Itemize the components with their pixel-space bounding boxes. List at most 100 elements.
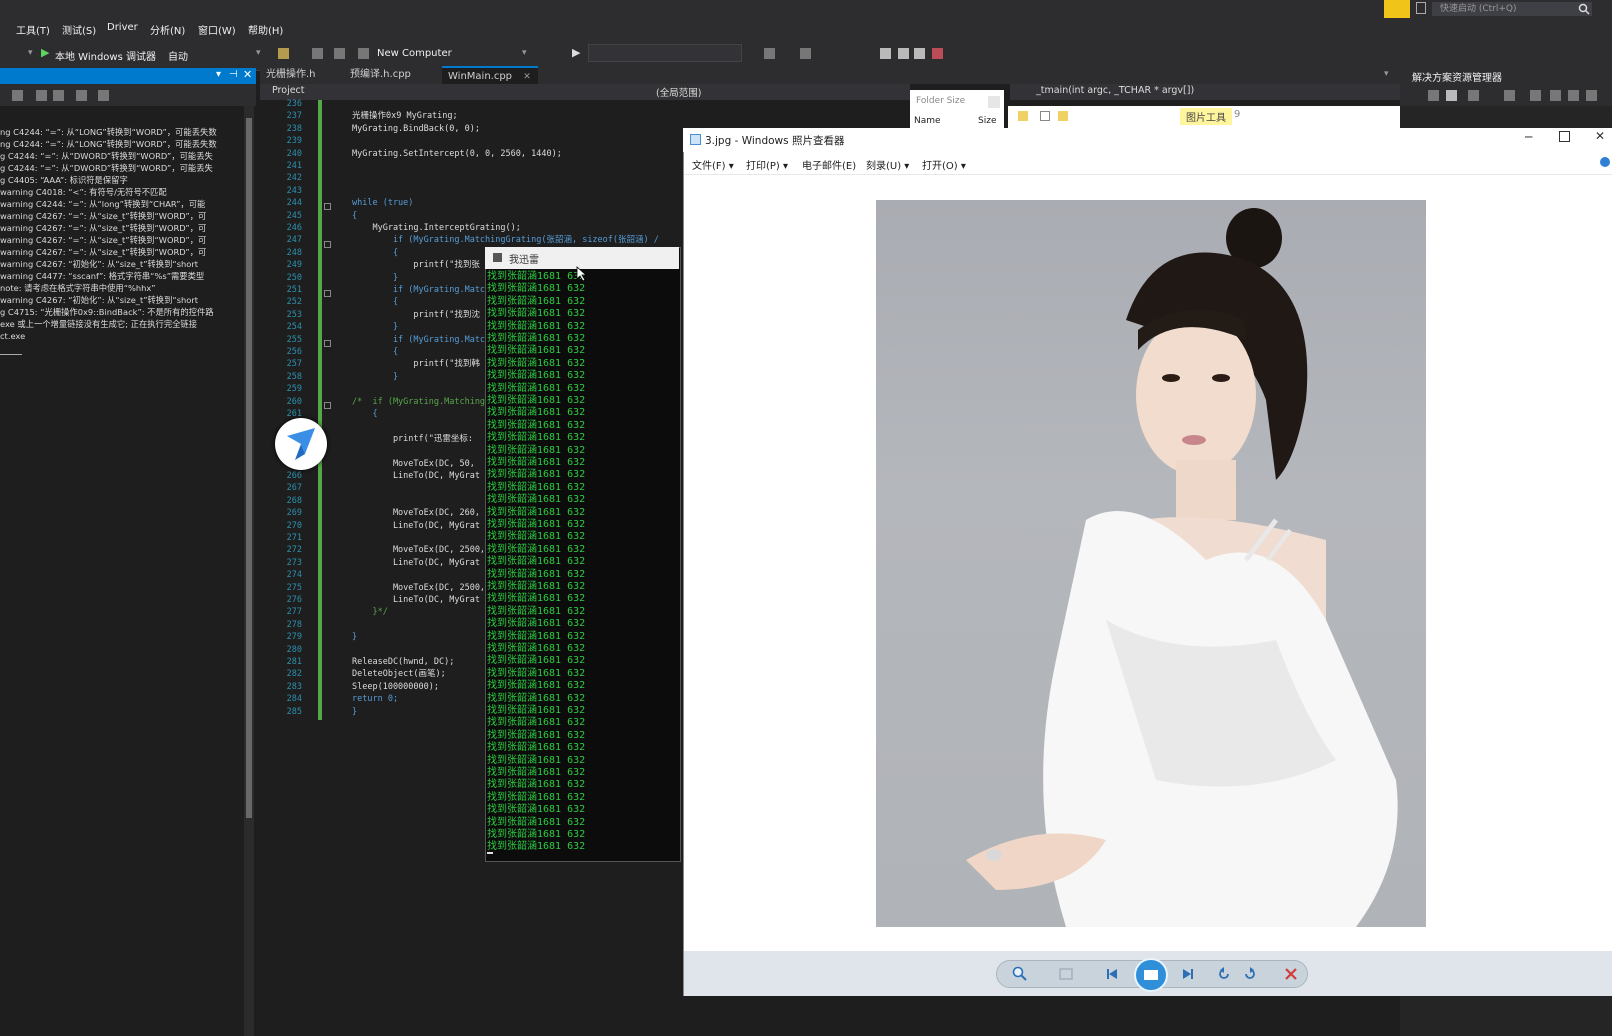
output-text-area[interactable]: ng C4244: “=”: 从“LONG”转换到“WORD”，可能丢失数 ng… xyxy=(0,106,244,1036)
dropdown-arrow-icon[interactable]: ▾ xyxy=(256,48,261,58)
run-icon[interactable]: ▶ xyxy=(41,46,49,59)
tab-winmain[interactable]: WinMain.cpp ✕ xyxy=(442,66,538,84)
attach-icon[interactable] xyxy=(278,48,289,59)
previous-icon[interactable] xyxy=(1104,966,1120,982)
menu-print[interactable]: 打印(P) ▾ xyxy=(746,157,788,172)
console-line: 找到张韶涵1681 632 xyxy=(487,643,586,654)
scope-dropdown[interactable]: (全局范围) xyxy=(656,85,701,99)
slideshow-button[interactable] xyxy=(1134,958,1168,992)
play-icon[interactable]: ▶ xyxy=(572,46,580,59)
comment-icon[interactable] xyxy=(334,48,345,59)
code-line: while (true) xyxy=(352,198,414,209)
debugger-button[interactable]: 本地 Windows 调试器 xyxy=(55,48,156,63)
properties-icon[interactable] xyxy=(1040,111,1050,121)
next-icon[interactable] xyxy=(1180,966,1196,982)
home-icon[interactable] xyxy=(1446,90,1457,101)
fold-toggle-icon[interactable] xyxy=(324,203,331,210)
tab-precompiled[interactable]: 预编译.h.cpp xyxy=(344,66,417,84)
slideshow-icon xyxy=(1144,970,1158,980)
output-line: warning C4267: “=”: 从“size_t”转换到“WORD”，可 xyxy=(0,211,207,221)
quick-launch-input[interactable]: 快速启动 (Ctrl+Q) xyxy=(1432,2,1592,16)
new-folder-icon[interactable] xyxy=(1058,111,1068,121)
line-number: 270 xyxy=(286,520,302,531)
actual-size-icon[interactable] xyxy=(1058,966,1074,982)
menu-email[interactable]: 电子邮件(E) xyxy=(802,157,856,172)
delete-icon[interactable] xyxy=(1283,966,1299,982)
notification-flag-icon[interactable] xyxy=(1384,0,1410,18)
photo-viewer-titlebar[interactable]: 3.jpg - Windows 照片查看器 ─ ✕ xyxy=(683,128,1612,152)
tool-icon[interactable] xyxy=(312,48,323,59)
output-line: note: 请考虑在格式字符串中使用“%hhx” xyxy=(0,283,156,293)
bookmark-next-icon[interactable] xyxy=(914,48,925,59)
properties-icon[interactable] xyxy=(1568,90,1579,101)
clear-all-icon[interactable] xyxy=(76,90,87,101)
column-size-header[interactable]: Size xyxy=(978,116,996,126)
menu-test[interactable]: 测试(S) xyxy=(62,22,96,37)
search-icon[interactable] xyxy=(1578,3,1590,15)
folder-size-toggle[interactable] xyxy=(988,96,1000,108)
collapse-icon[interactable] xyxy=(1550,90,1561,101)
bookmark-icon[interactable] xyxy=(880,48,891,59)
help-icon[interactable] xyxy=(1600,157,1610,167)
clear-icon[interactable] xyxy=(12,90,23,101)
sync-icon[interactable] xyxy=(1468,90,1479,101)
target-icon[interactable] xyxy=(358,48,369,59)
indent-icon[interactable] xyxy=(800,48,811,59)
code-view-icon[interactable] xyxy=(1586,90,1597,101)
prev-message-icon[interactable] xyxy=(36,90,47,101)
dropdown-arrow-icon[interactable]: ▾ xyxy=(28,48,33,58)
target-dropdown[interactable]: New Computer xyxy=(377,48,452,59)
config-dropdown[interactable]: 自动 xyxy=(168,48,188,63)
menu-driver[interactable]: Driver xyxy=(107,22,138,33)
tab-close-icon[interactable]: ✕ xyxy=(523,72,531,82)
tab-winmain-label: WinMain.cpp xyxy=(448,71,513,82)
console-line: 找到张韶涵1681 632 xyxy=(487,630,586,642)
menu-window[interactable]: 窗口(W) xyxy=(198,22,236,37)
zoom-icon[interactable] xyxy=(1012,966,1028,982)
bookmark-clear-icon[interactable] xyxy=(932,48,943,59)
dropdown-arrow-icon[interactable]: ▾ xyxy=(522,48,527,58)
close-icon[interactable]: ✕ xyxy=(1595,129,1605,143)
menu-burn[interactable]: 刻录(U) ▾ xyxy=(866,157,909,172)
output-scrollbar-thumb[interactable] xyxy=(246,118,252,818)
line-number: 252 xyxy=(286,297,302,308)
floating-bird-app-icon[interactable] xyxy=(275,418,327,470)
maximize-icon[interactable] xyxy=(1559,131,1570,142)
minimize-icon[interactable]: ─ xyxy=(1525,130,1532,144)
fold-toggle-icon[interactable] xyxy=(324,340,331,347)
project-dropdown[interactable]: Project xyxy=(272,85,305,96)
format-icon[interactable] xyxy=(764,48,775,59)
console-line: 找到张韶涵1681 632 xyxy=(487,543,586,555)
rotate-right-icon[interactable] xyxy=(1242,966,1258,982)
line-number: 273 xyxy=(286,557,302,568)
refresh-icon[interactable] xyxy=(1530,90,1541,101)
back-icon[interactable] xyxy=(1428,90,1439,101)
close-icon[interactable]: ✕ xyxy=(243,68,252,81)
function-dropdown[interactable]: _tmain(int argc, _TCHAR * argv[]) xyxy=(1010,84,1400,100)
account-icon[interactable] xyxy=(1416,2,1426,14)
pin-icon[interactable]: ⊣ xyxy=(229,69,238,80)
platform-dropdown[interactable] xyxy=(588,44,742,62)
fold-toggle-icon[interactable] xyxy=(324,402,331,409)
menu-open[interactable]: 打开(O) ▾ xyxy=(922,157,966,172)
fold-toggle-icon[interactable] xyxy=(324,241,331,248)
code-line: } xyxy=(352,272,399,283)
fold-toggle-icon[interactable] xyxy=(324,290,331,297)
word-wrap-icon[interactable] xyxy=(98,90,109,101)
console-line: 找到张韶涵1681 632 xyxy=(487,370,586,382)
rotate-left-icon[interactable] xyxy=(1216,966,1232,982)
bookmark-prev-icon[interactable] xyxy=(898,48,909,59)
menu-file[interactable]: 文件(F) ▾ xyxy=(692,157,734,172)
picture-tools-tab[interactable]: 图片工具 xyxy=(1180,108,1232,125)
menu-help[interactable]: 帮助(H) xyxy=(248,22,283,37)
tab-raster-h[interactable]: 光栅操作.h xyxy=(260,66,322,84)
next-message-icon[interactable] xyxy=(53,90,64,101)
history-icon[interactable] xyxy=(1504,90,1515,101)
menu-analyze[interactable]: 分析(N) xyxy=(150,22,185,37)
dropdown-arrow-icon[interactable]: ▾ xyxy=(1384,69,1389,79)
column-name-header[interactable]: Name xyxy=(914,116,941,126)
code-line: printf("找到张 xyxy=(352,260,480,271)
console-line: 找到张韶涵1681 632 xyxy=(487,816,586,828)
menu-tools[interactable]: 工具(T) xyxy=(16,22,50,37)
panel-menu-icon[interactable]: ▾ xyxy=(216,69,221,80)
